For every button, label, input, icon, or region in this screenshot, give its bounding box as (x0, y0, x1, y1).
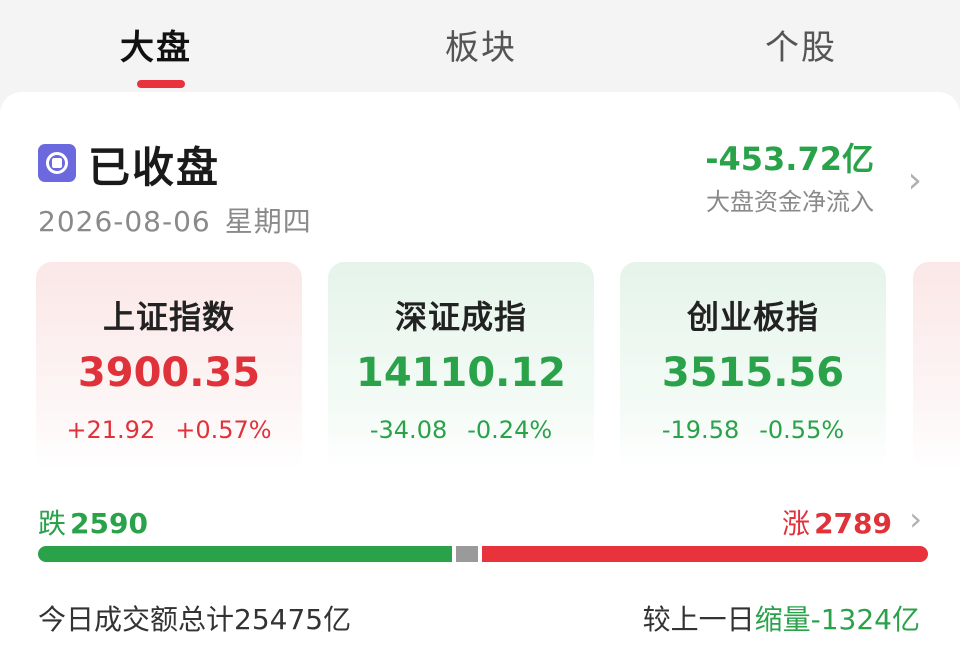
decliners-segment (38, 546, 452, 562)
tab-sectors[interactable]: 板块 (445, 20, 517, 69)
compare-type: 缩量 (754, 603, 811, 636)
turnover-total: 今日成交额总计25475亿 (38, 598, 351, 638)
index-change: -34.08 -0.24% (328, 416, 594, 444)
index-name: 上证指数 (102, 298, 235, 336)
turnover-value: 25475亿 (234, 603, 352, 636)
turnover-compare: 较上一日缩量-1324亿 (643, 598, 920, 638)
date-value: 2026-08-06 (38, 205, 211, 238)
chevron-right-icon[interactable]: › (908, 160, 922, 201)
index-card-chinext[interactable]: 创业板指 3515.56 -19.58 -0.55% (620, 262, 886, 470)
index-change: +21.92 +0.57% (36, 416, 302, 444)
chevron-right-icon[interactable]: › (909, 500, 922, 538)
advancers-value: 2789 (814, 507, 892, 540)
unchanged-segment (456, 546, 478, 562)
index-name: 深证成指 (394, 298, 527, 336)
index-change-points: +21.92 (66, 416, 156, 444)
active-tab-indicator (137, 80, 185, 88)
compare-value: -1324亿 (810, 603, 920, 636)
index-card-next-peek[interactable] (913, 262, 960, 470)
index-name: 创业板指 (686, 298, 819, 336)
index-card-shanghai[interactable]: 上证指数 3900.35 +21.92 +0.57% (36, 262, 302, 470)
index-change-points: -34.08 (369, 416, 448, 444)
index-value: 14110.12 (355, 350, 567, 396)
stop-circle-icon (38, 144, 76, 182)
index-change-percent: +0.57% (175, 416, 272, 444)
turnover-label: 今日成交额总计 (38, 603, 235, 636)
advancers-label: 涨 (782, 507, 811, 540)
index-change-percent: -0.55% (759, 416, 845, 444)
market-status: 已收盘 (88, 143, 221, 192)
trading-date: 2026-08-06 星期四 (38, 200, 312, 240)
decliners-label: 跌 (38, 507, 67, 540)
index-change: -19.58 -0.55% (620, 416, 886, 444)
advancers-count[interactable]: 涨 2789 (782, 502, 892, 542)
decliners-value: 2590 (70, 507, 148, 540)
index-change-percent: -0.24% (467, 416, 553, 444)
net-flow-label[interactable]: 大盘资金净流入 (706, 182, 874, 217)
compare-label: 较上一日 (642, 603, 755, 636)
index-value: 3515.56 (661, 350, 845, 396)
index-card-shenzhen[interactable]: 深证成指 14110.12 -34.08 -0.24% (328, 262, 594, 470)
market-tabs: 大盘 板块 个股 (0, 0, 960, 92)
weekday-value: 星期四 (224, 205, 312, 238)
index-value: 3900.35 (77, 350, 261, 396)
advance-decline-bar (38, 546, 928, 562)
advancers-segment (482, 546, 928, 562)
tab-market[interactable]: 大盘 (120, 20, 192, 69)
tab-stocks[interactable]: 个股 (765, 20, 837, 69)
index-change-points: -19.58 (661, 416, 740, 444)
decliners-count: 跌 2590 (38, 502, 148, 542)
net-flow-value[interactable]: -453.72亿 (705, 134, 874, 180)
